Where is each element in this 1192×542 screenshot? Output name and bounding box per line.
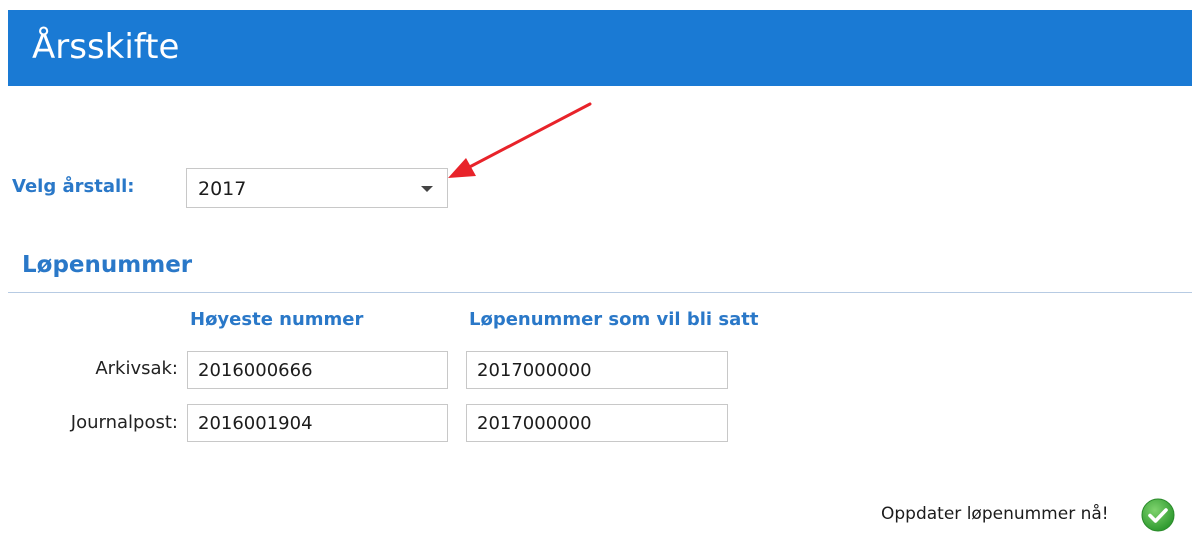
page-title: Årsskifte	[32, 27, 180, 67]
section-divider	[8, 292, 1192, 293]
check-circle-icon[interactable]	[1140, 497, 1176, 533]
header-bar: Årsskifte	[8, 10, 1192, 86]
journalpost-highest-number-field[interactable]	[187, 404, 448, 442]
page: Årsskifte Velg årstall: 2017 Løpenummer …	[0, 0, 1192, 542]
column-header-next-number: Løpenummer som vil bli satt	[469, 309, 759, 330]
arkivsak-next-number-field[interactable]	[466, 351, 728, 389]
row-label-journalpost: Journalpost:	[70, 412, 178, 433]
update-lopenummer-label: Oppdater løpenummer nå!	[881, 504, 1109, 524]
arkivsak-highest-number-field[interactable]	[187, 351, 448, 389]
update-lopenummer-button[interactable]: Oppdater løpenummer nå!	[880, 494, 1180, 534]
year-label: Velg årstall:	[12, 176, 135, 197]
red-arrow-icon	[448, 102, 592, 178]
year-dropdown-value: 2017	[198, 178, 247, 200]
year-dropdown[interactable]: 2017	[186, 168, 448, 208]
lopenummer-section-title: Løpenummer	[22, 252, 193, 278]
column-header-highest-number: Høyeste nummer	[190, 309, 364, 330]
chevron-down-icon	[421, 186, 433, 192]
journalpost-next-number-field[interactable]	[466, 404, 728, 442]
row-label-arkivsak: Arkivsak:	[95, 358, 178, 379]
